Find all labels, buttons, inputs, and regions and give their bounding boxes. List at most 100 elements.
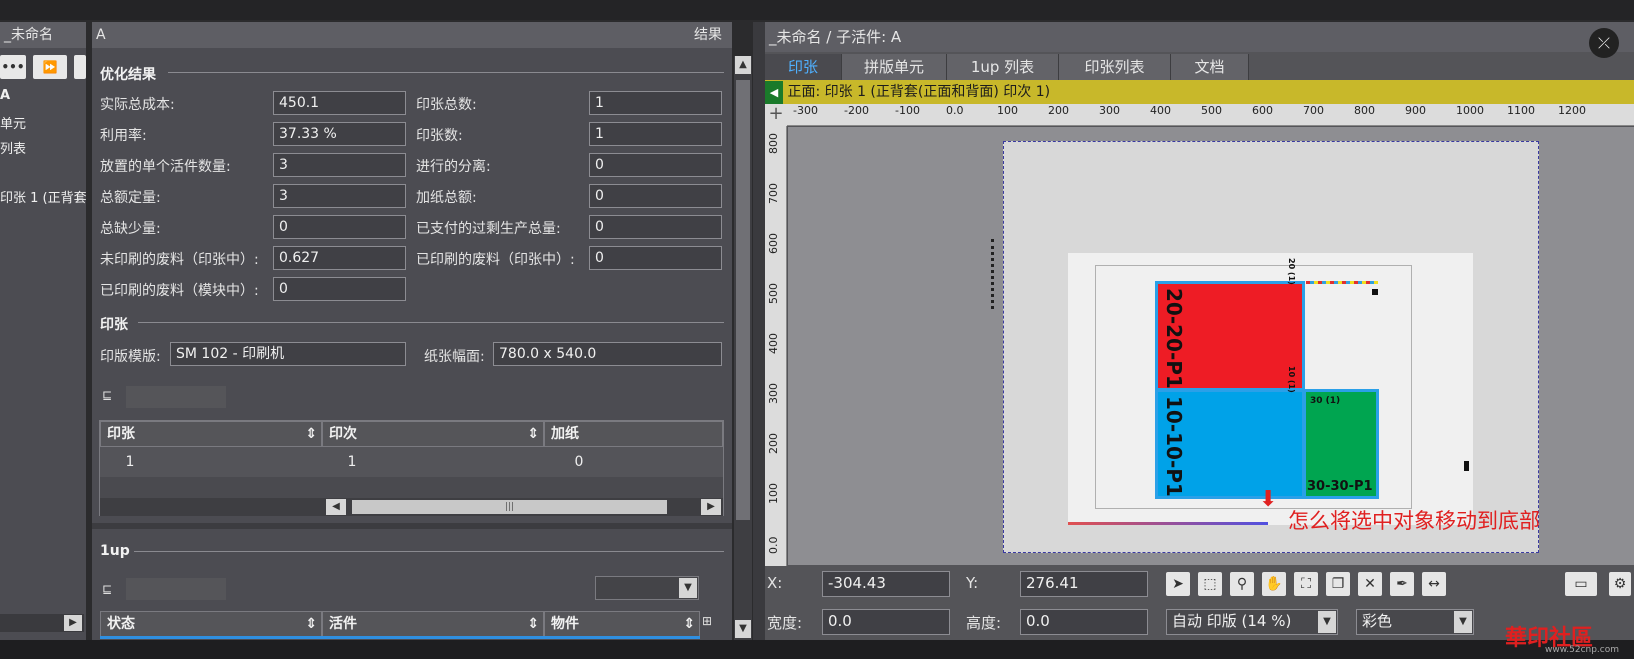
more-button[interactable]: ••• <box>0 55 26 79</box>
pan-hand-icon[interactable]: ✋ <box>1262 572 1286 596</box>
tab-documents[interactable]: 文档 <box>1171 54 1249 80</box>
job-block-count: 10 (1) <box>1287 366 1296 393</box>
filter-input[interactable] <box>126 386 226 408</box>
paid-overrun-field[interactable]: 0 <box>589 215 722 239</box>
filter-input[interactable] <box>126 578 226 600</box>
width-measure-icon[interactable]: ↔ <box>1422 572 1446 596</box>
tab-1up-list[interactable]: 1up 列表 <box>947 54 1059 80</box>
section-divider <box>168 72 724 73</box>
fast-forward-button[interactable]: ⏩ <box>33 55 67 79</box>
ruler-tick-label: 100 <box>767 483 780 504</box>
total-shortage-field[interactable]: 0 <box>273 215 406 239</box>
results-vscrollbar[interactable]: ▲ ▼ <box>734 56 752 640</box>
sort-icon: ⇕ <box>527 616 539 632</box>
y-field[interactable]: 276.41 <box>1020 571 1148 597</box>
cut-icon[interactable]: ✕ <box>1358 572 1382 596</box>
separations-field[interactable]: 0 <box>589 153 722 177</box>
x-field[interactable]: -304.43 <box>822 571 950 597</box>
job-tree-title: _未命名 <box>0 22 86 48</box>
zoom-select[interactable]: 自动 印版 (14 %) ▼ <box>1166 609 1338 635</box>
pen-icon[interactable]: ✒ <box>1390 572 1414 596</box>
table-hscrollbar[interactable]: ◀ ||| ▶ <box>100 498 723 516</box>
results-panel-header: A 结果 <box>92 22 732 48</box>
color-bar <box>1306 281 1378 284</box>
job-block-30[interactable]: 30 (1) 30-30-P1 <box>1303 389 1379 499</box>
ruler-origin-icon[interactable]: + <box>765 104 787 126</box>
tree-item-unit[interactable]: 单元 <box>0 113 26 132</box>
utilization-field[interactable]: 37.33 % <box>273 122 406 146</box>
job-block-10[interactable]: 10-10-P1 10 (1) <box>1155 366 1305 499</box>
sheet-count-field[interactable]: 1 <box>589 122 722 146</box>
sheet-section-title: 印张 <box>100 317 128 333</box>
tree-item-sheet1[interactable]: 印张 1 (正背套( <box>0 187 86 206</box>
scroll-thumb[interactable] <box>736 80 750 520</box>
unprinted-waste-field[interactable]: 0.627 <box>273 246 406 270</box>
select-arrow-icon[interactable]: ➤ <box>1166 572 1190 596</box>
printed-waste-module-label: 已印刷的废料（模块中）: <box>100 283 259 299</box>
arrow-left-icon[interactable]: ◀ <box>765 81 783 105</box>
sheet-view-title: _未命名 / 子活件: A <box>765 22 1634 52</box>
paper-size-field[interactable]: 780.0 x 540.0 <box>493 342 722 366</box>
table-row[interactable] <box>100 447 723 477</box>
extra-button[interactable] <box>74 55 86 79</box>
horizontal-ruler: -300 -200 -100 0.0 100 200 300 400 500 600 700 800 9… <box>787 104 1634 126</box>
sheet-canvas[interactable]: 20-20-P1 20 (1) 10-10-P1 10 (1) 30 (1) 3… <box>788 127 1634 565</box>
col-header-impression[interactable]: 印次 ⇕ <box>322 421 544 447</box>
oneup-dropdown[interactable]: ▼ <box>595 576 699 600</box>
printed-waste-module-field[interactable]: 0 <box>273 277 406 301</box>
col-header-job[interactable]: 活件 ⇕ <box>322 611 544 637</box>
column-chooser-icon[interactable]: ⊞ <box>702 614 720 634</box>
scroll-right-button[interactable]: ▶ <box>64 615 82 631</box>
scroll-right-button[interactable]: ▶ <box>701 499 721 515</box>
table-cell: 1 <box>125 454 135 470</box>
col-header-sheet[interactable]: 印张 ⇕ <box>100 421 322 447</box>
filter-icon[interactable]: ⊑ <box>102 388 112 402</box>
tab-sheet-list[interactable]: 印张列表 <box>1059 54 1171 80</box>
col-header-object[interactable]: 物件 ⇕ <box>544 611 700 637</box>
total-quota-field[interactable]: 3 <box>273 184 406 208</box>
job-block-20[interactable]: 20-20-P1 20 (1) <box>1155 258 1305 391</box>
scroll-down-button[interactable]: ▼ <box>735 620 751 638</box>
tab-layout-unit[interactable]: 拼版单元 <box>842 54 947 80</box>
height-field[interactable]: 0.0 <box>1020 609 1148 635</box>
width-field[interactable]: 0.0 <box>822 609 950 635</box>
ruler-tick-label: 900 <box>1405 104 1426 117</box>
actual-cost-field[interactable]: 450.1 <box>273 91 406 115</box>
paid-overrun-label: 已支付的过剩生产总量: <box>416 221 561 237</box>
sort-icon: ⇕ <box>683 616 695 632</box>
placed-jobs-field[interactable]: 3 <box>273 153 406 177</box>
close-icon[interactable]: ⤫ <box>1589 28 1619 58</box>
unprinted-waste-label: 未印刷的废料（印张中）: <box>100 252 259 268</box>
overs-total-field[interactable]: 0 <box>589 184 722 208</box>
total-sheets-field[interactable]: 1 <box>589 91 722 115</box>
filter-icon[interactable]: ⊑ <box>102 582 112 596</box>
left-hscrollbar[interactable]: ▶ <box>0 614 84 632</box>
zoom-icon[interactable]: ⚲ <box>1230 572 1254 596</box>
annotation-text: 怎么将选中对象移动到底部 <box>1288 509 1540 533</box>
job-block-count: 20 (1) <box>1287 258 1296 285</box>
scroll-up-button[interactable]: ▲ <box>735 56 751 74</box>
sort-icon: ⇕ <box>305 616 317 632</box>
tree-item-a[interactable]: A <box>0 88 10 103</box>
view-mode-icon[interactable]: ▭ <box>1565 572 1597 596</box>
select-box-icon[interactable]: ⬚ <box>1198 572 1222 596</box>
color-mode-select[interactable]: 彩色 ▼ <box>1356 609 1474 635</box>
press-template-field[interactable]: SM 102 - 印刷机 <box>170 342 406 366</box>
ruler-tick-label: 400 <box>767 333 780 354</box>
col-header-overs[interactable]: 加纸 <box>544 421 723 447</box>
tab-sheet[interactable]: 印张 <box>765 54 842 80</box>
section-divider <box>138 322 724 323</box>
sheet-side-bar: ◀ 正面: 印张 1 (正背套(正面和背面) 印次 1) <box>765 80 1634 105</box>
col-header-status[interactable]: 状态 ⇕ <box>100 611 322 637</box>
ruler-tick-label: 0.0 <box>946 104 964 117</box>
gear-icon[interactable]: ⚙ <box>1609 572 1631 596</box>
gripper-marks <box>991 239 994 309</box>
tree-item-list[interactable]: 列表 <box>0 138 26 157</box>
copy-icon[interactable]: ❐ <box>1326 572 1350 596</box>
panel-splitter[interactable] <box>92 523 732 529</box>
panel-divider[interactable] <box>753 22 765 640</box>
scroll-thumb[interactable]: ||| <box>352 500 667 514</box>
printed-waste-sheet-field[interactable]: 0 <box>589 246 722 270</box>
scroll-left-button[interactable]: ◀ <box>326 499 346 515</box>
crop-icon[interactable]: ⛶ <box>1294 572 1318 596</box>
